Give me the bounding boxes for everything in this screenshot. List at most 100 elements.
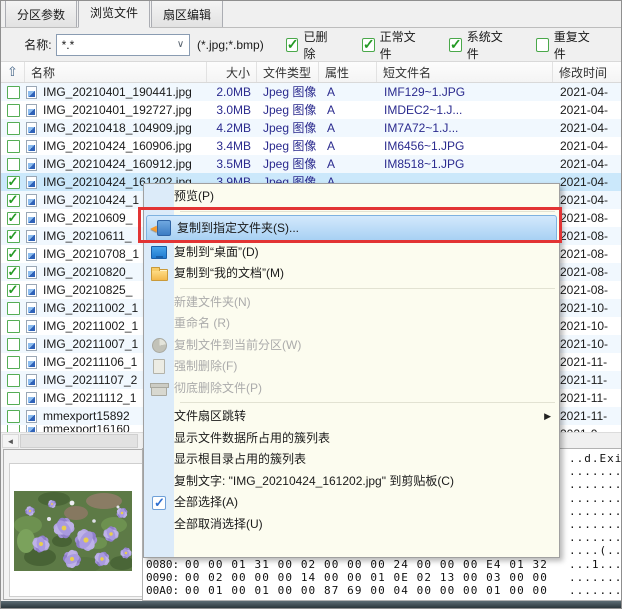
hex-line: 0080: 00 00 01 31 00 02 00 00 00 24 00 0… (143, 558, 622, 571)
tab-browse-files[interactable]: 浏览文件 (78, 0, 150, 28)
row-checkbox[interactable] (7, 374, 20, 387)
file-size: 4.2MB (207, 119, 257, 137)
menu-item-icon (144, 514, 174, 536)
menu-item[interactable]: 文件扇区跳转 ▶ (144, 406, 559, 428)
file-shortname: IMF129~1.JPG (377, 83, 553, 101)
chevron-down-icon[interactable]: ∨ (172, 39, 189, 50)
scrollbar-thumb[interactable] (20, 434, 138, 448)
row-checkbox[interactable] (7, 320, 20, 333)
file-type: Jpeg 图像 (257, 155, 319, 173)
file-image-icon (26, 266, 37, 279)
file-name: IMG_20210401_190441.jpg (43, 83, 192, 101)
menu-item-icon (144, 428, 174, 450)
row-checkbox[interactable] (7, 86, 20, 99)
name-filter-label: 名称: (1, 36, 56, 53)
file-shortname: IMDEC2~1.J... (377, 101, 553, 119)
hex-bytes: 00 01 00 01 00 00 87 69 00 04 00 00 00 0… (185, 584, 569, 597)
menu-item[interactable] (144, 399, 559, 406)
filter-checkbox[interactable]: 系统文件 (449, 28, 510, 62)
menu-item[interactable]: 全部选择(A) (144, 492, 559, 514)
row-checkbox[interactable] (7, 194, 20, 207)
row-checkbox[interactable] (7, 338, 20, 351)
row-checkbox[interactable] (7, 122, 20, 135)
menu-item[interactable]: 彻底删除文件(P) (144, 378, 559, 400)
hex-bytes: 00 00 01 31 00 02 00 00 00 24 00 00 00 E… (185, 558, 569, 571)
menu-item-icon (144, 406, 174, 428)
column-header-type[interactable]: 文件类型 (257, 62, 319, 82)
menu-item[interactable]: 预览(P) (144, 186, 559, 208)
table-row[interactable]: IMG_20210424_160912.jpg 3.5MB Jpeg 图像 A … (1, 155, 622, 173)
column-header-shortname[interactable]: 短文件名 (377, 62, 553, 82)
file-image-icon (26, 158, 37, 171)
row-checkbox[interactable] (7, 248, 20, 261)
menu-item-label: 显示根目录占用的簇列表 (174, 449, 306, 471)
filter-bar: 名称: *.* ∨ (*.jpg;*.bmp) 已删除 正常文件 系统 (1, 28, 622, 61)
menu-item[interactable]: 显示根目录占用的簇列表 (144, 449, 559, 471)
column-header-size[interactable]: 大小 (207, 62, 257, 82)
hex-ascii: .......... (569, 465, 622, 478)
file-name: mmexport15892 (43, 407, 130, 425)
row-checkbox[interactable] (7, 230, 20, 243)
row-checkbox[interactable] (7, 176, 20, 189)
file-image-icon (26, 104, 37, 117)
menu-item[interactable]: 重命名 (R) (144, 313, 559, 335)
menu-item[interactable]: 显示文件数据所占用的簇列表 (144, 428, 559, 450)
checkbox-icon[interactable] (449, 38, 462, 52)
table-row[interactable]: IMG_20210401_190441.jpg 2.0MB Jpeg 图像 A … (1, 83, 622, 101)
table-row[interactable]: IMG_20210401_192727.jpg 3.0MB Jpeg 图像 A … (1, 101, 622, 119)
file-modified: 2021-11- (553, 389, 622, 407)
menu-item-icon (144, 378, 174, 400)
row-checkbox[interactable] (7, 104, 20, 117)
sort-up-icon: ⇧ (7, 64, 18, 80)
row-checkbox[interactable] (7, 158, 20, 171)
menu-item[interactable]: 强制删除(F) (144, 356, 559, 378)
filter-checkbox[interactable]: 重复文件 (536, 28, 597, 62)
column-header-attr[interactable]: 属性 (319, 62, 377, 82)
menu-item[interactable]: 全部取消选择(U) (144, 514, 559, 536)
filter-checkbox[interactable]: 正常文件 (362, 28, 423, 62)
menu-item[interactable]: 新建文件夹(N) (144, 292, 559, 314)
menu-item[interactable]: 复制到“桌面”(D) (144, 242, 559, 264)
filter-extensions-hint: (*.jpg;*.bmp) (197, 38, 264, 52)
file-name: IMG_20211112_1 (43, 389, 136, 407)
hex-ascii: .......... (569, 478, 622, 491)
table-header: ⇧ 名称 大小 文件类型 属性 短文件名 修改时间 (1, 61, 622, 83)
file-modified: 2021-04- (553, 101, 622, 119)
row-checkbox[interactable] (7, 212, 20, 225)
menu-item-label: 新建文件夹(N) (174, 292, 251, 314)
tab-partition-params[interactable]: 分区参数 (5, 0, 77, 27)
file-modified: 2021-08- (553, 209, 622, 227)
menu-item[interactable] (144, 285, 559, 292)
row-checkbox[interactable] (7, 266, 20, 279)
menu-item[interactable]: 复制文字: "IMG_20210424_161202.jpg" 到剪贴板(C) (144, 471, 559, 493)
checkbox-icon[interactable] (536, 38, 549, 52)
file-modified: 2021-11- (553, 407, 622, 425)
name-filter-combobox[interactable]: *.* ∨ (56, 34, 190, 56)
column-header-name[interactable]: 名称 (25, 62, 207, 82)
tab-sector-edit[interactable]: 扇区编辑 (151, 0, 223, 27)
file-modified: 2021-08- (553, 245, 622, 263)
row-checkbox[interactable] (7, 356, 20, 369)
row-checkbox[interactable] (7, 284, 20, 297)
file-image-icon (26, 122, 37, 135)
row-checkbox[interactable] (7, 425, 20, 432)
table-row[interactable]: IMG_20210418_104909.jpg 4.2MB Jpeg 图像 A … (1, 119, 622, 137)
row-checkbox[interactable] (7, 140, 20, 153)
file-image-icon (26, 425, 37, 432)
file-name: mmexport16160 (43, 425, 130, 432)
menu-item[interactable]: 复制文件到当前分区(W) (144, 335, 559, 357)
table-row[interactable]: IMG_20210424_160906.jpg 3.4MB Jpeg 图像 A … (1, 137, 622, 155)
row-checkbox[interactable] (7, 302, 20, 315)
file-size: 3.0MB (207, 101, 257, 119)
checkbox-icon[interactable] (286, 38, 299, 52)
scroll-left-icon[interactable]: ◄ (2, 434, 19, 448)
column-header-sort[interactable]: ⇧ (1, 62, 25, 82)
menu-item[interactable]: 复制到“我的文档”(M) (144, 263, 559, 285)
menu-item-icon (144, 335, 174, 357)
row-checkbox[interactable] (7, 410, 20, 423)
checkbox-icon[interactable] (362, 38, 375, 52)
filter-checkbox[interactable]: 已删除 (286, 28, 336, 62)
column-header-modified[interactable]: 修改时间 (553, 62, 622, 82)
file-modified: 2021-04- (553, 83, 622, 101)
row-checkbox[interactable] (7, 392, 20, 405)
